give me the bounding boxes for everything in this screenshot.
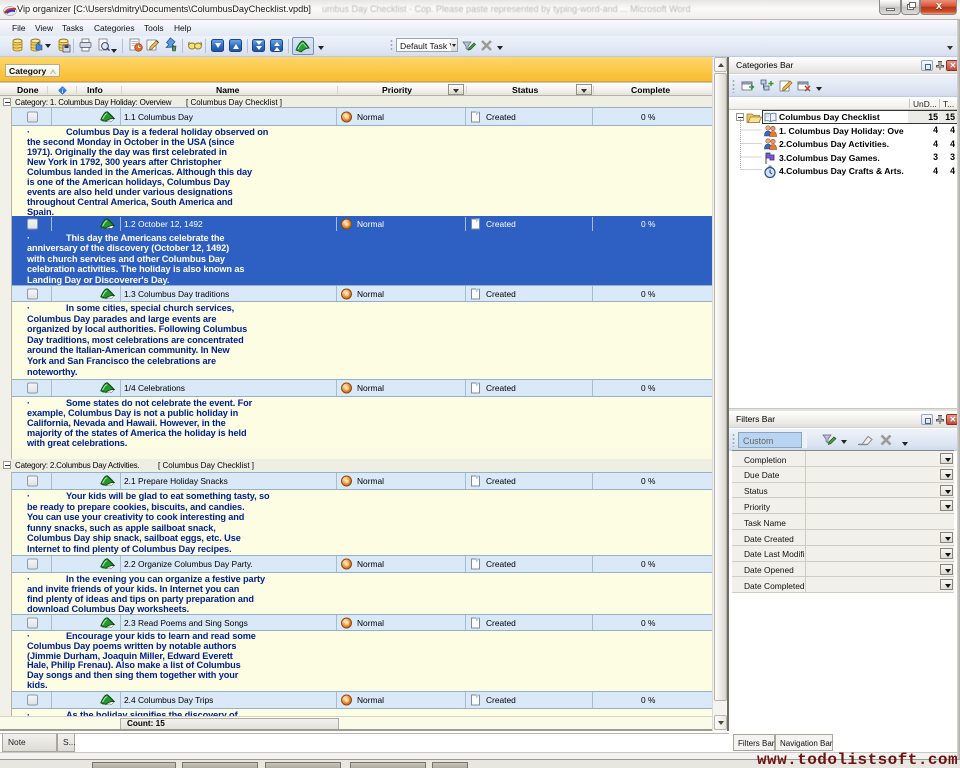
svg-text:i: i bbox=[61, 86, 63, 95]
